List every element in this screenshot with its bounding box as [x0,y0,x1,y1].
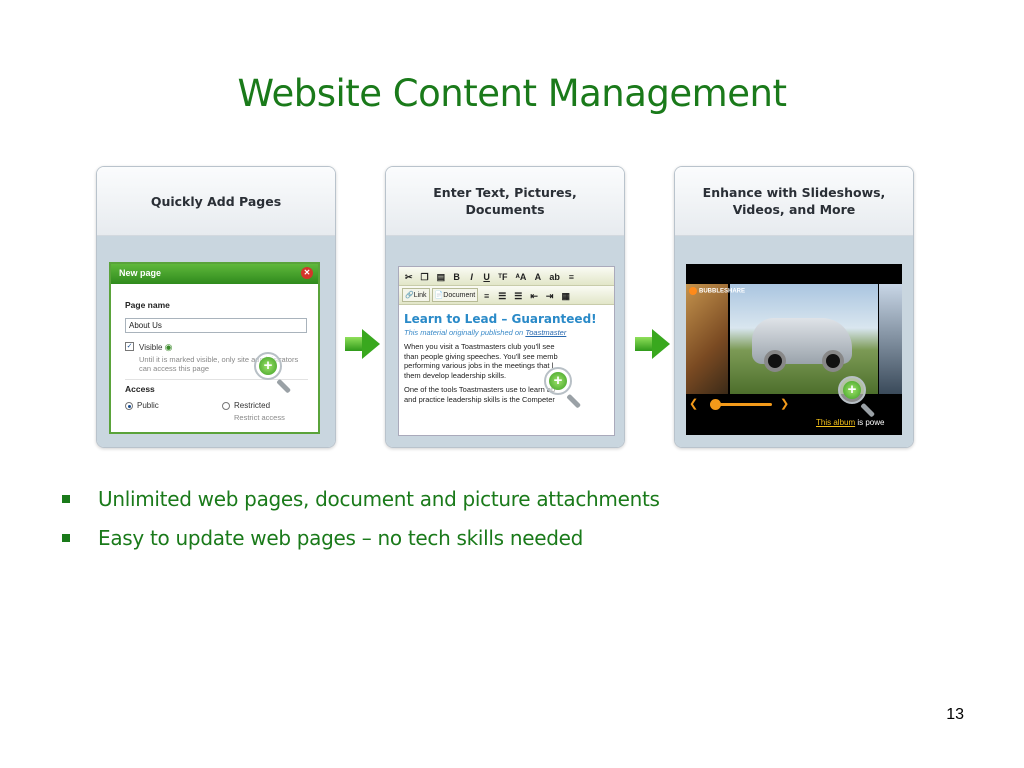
indent-icon[interactable]: ⇥ [543,288,557,302]
link-button[interactable]: 🔗Link [402,288,430,302]
outdent-icon[interactable]: ⇤ [527,288,541,302]
editor-toolbar-row-2: 🔗Link 📄Document ≡ ☰ ☰ ⇤ ⇥ ▦ [399,286,614,305]
cut-icon[interactable]: ✂ [402,269,416,283]
card-enter-text: Enter Text, Pictures, Documents ✂ ❐ ▤ B … [385,166,625,448]
close-icon[interactable]: ✕ [301,267,313,279]
rich-text-editor: ✂ ❐ ▤ B I U ᵀF ᴬA A ab ≡ 🔗Link 📄Document… [398,266,615,436]
restricted-help-text: Restrict access [234,413,285,422]
font-case-icon[interactable]: ᴬA [513,269,530,283]
editor-byline: This material originally published on To… [404,328,567,337]
bullet-list: Unlimited web pages, document and pictur… [62,487,660,565]
font-color-icon[interactable]: A [531,269,544,283]
document-button[interactable]: 📄Document [431,288,479,302]
card-heading: Quickly Add Pages [97,167,335,236]
align-icon[interactable]: ≡ [565,269,578,283]
dialog-titlebar: New page ✕ [111,264,318,284]
dialog-title: New page [119,268,162,278]
card-heading: Enhance with Slideshows, Videos, and Mor… [675,167,913,236]
new-page-dialog: New page ✕ Page name ✓ Visible ◉ Until i… [109,262,320,434]
visible-checkbox[interactable]: ✓ [125,342,134,351]
restricted-label: Restricted [234,401,271,410]
font-size-icon[interactable]: ᵀF [495,269,510,283]
list-item: Unlimited web pages, document and pictur… [62,487,660,511]
underline-button[interactable]: U [480,269,493,283]
editor-toolbar-row-1: ✂ ❐ ▤ B I U ᵀF ᴬA A ab ≡ [399,267,614,286]
slideshow-progress-knob[interactable] [710,399,721,410]
bubbleshare-logo: BUBBLESHARE [689,287,745,295]
highlight-icon[interactable]: ab [546,269,563,283]
zoom-in-icon[interactable]: + [254,352,300,398]
paste-icon[interactable]: ▤ [434,269,449,283]
toastmaster-link[interactable]: Toastmaster [525,328,566,337]
italic-button[interactable]: I [465,269,478,283]
bullet-list-icon[interactable]: ☰ [511,288,525,302]
page-name-input[interactable] [125,318,307,333]
previous-arrow-icon[interactable]: ❮ [689,397,698,410]
table-icon[interactable]: ▦ [558,288,573,302]
eye-icon: ◉ [164,342,173,352]
list-item: Easy to update web pages – no tech skill… [62,526,660,550]
visible-label: Visible [139,343,163,352]
public-radio[interactable] [125,402,133,410]
bullet-square-icon [62,495,70,503]
arrow-right-icon [635,329,671,359]
editor-heading: Learn to Lead – Guaranteed! [404,312,597,326]
zoom-in-icon[interactable]: + [544,367,590,413]
copy-icon[interactable]: ❐ [418,269,432,283]
slideshow-player: BUBBLESHARE ❮ ❯ This album is powe + [686,264,902,435]
numbered-list-icon[interactable]: ☰ [495,288,509,302]
card-quickly-add-pages: Quickly Add Pages New page ✕ Page name ✓… [96,166,336,448]
restricted-radio[interactable] [222,402,230,410]
card-enhance-slideshows: Enhance with Slideshows, Videos, and Mor… [674,166,914,448]
arrow-right-icon [345,329,381,359]
slide-title: Website Content Management [237,72,787,115]
bold-button[interactable]: B [450,269,463,283]
page-name-label: Page name [125,300,170,310]
page-number: 13 [946,706,964,723]
text-style-icon[interactable]: ≡ [480,288,493,302]
slideshow-photo-previous[interactable] [686,284,728,394]
card-body: BUBBLESHARE ❮ ❯ This album is powe + [675,236,913,447]
bullet-square-icon [62,534,70,542]
card-heading: Enter Text, Pictures, Documents [386,167,624,236]
public-label: Public [137,401,159,410]
zoom-in-icon[interactable]: + [838,376,884,422]
card-body: ✂ ❐ ▤ B I U ᵀF ᴬA A ab ≡ 🔗Link 📄Document… [386,236,624,447]
card-body: New page ✕ Page name ✓ Visible ◉ Until i… [97,236,335,447]
next-arrow-icon[interactable]: ❯ [780,397,789,410]
